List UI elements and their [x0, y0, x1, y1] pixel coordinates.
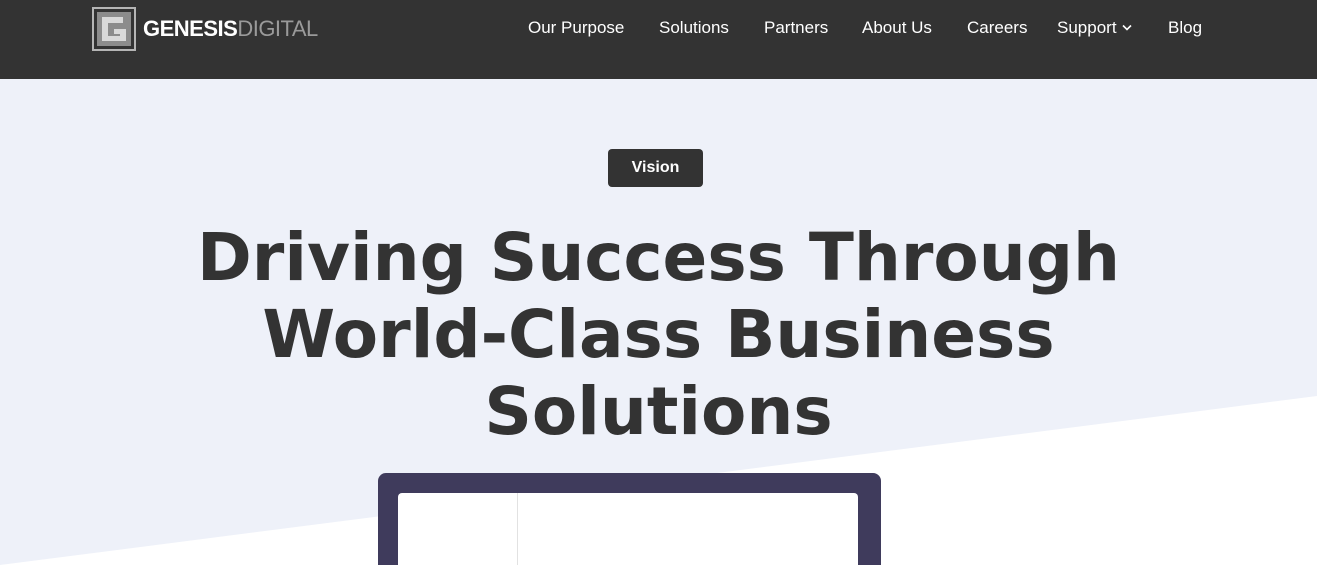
headline-line-3: Solutions [484, 373, 833, 450]
nav-support[interactable]: Support [1057, 18, 1132, 38]
nav-blog[interactable]: Blog [1168, 18, 1202, 38]
headline-line-2: World-Class Business [262, 296, 1055, 373]
genesis-logo-mark-icon [92, 7, 136, 51]
nav-support-label: Support [1057, 18, 1117, 37]
logo-wordmark: GENESISDIGITAL [143, 16, 318, 42]
nav-solutions[interactable]: Solutions [659, 18, 729, 38]
device-screen [398, 493, 858, 565]
hero-section: Vision Driving Success Through World-Cla… [0, 79, 1317, 565]
genesis-digital-logo[interactable]: GENESISDIGITAL [92, 7, 318, 51]
device-mockup [378, 473, 881, 565]
logo-word-genesis: GENESIS [143, 16, 238, 41]
nav-careers[interactable]: Careers [967, 18, 1027, 38]
headline-line-1: Driving Success Through [196, 219, 1120, 296]
nav-partners[interactable]: Partners [764, 18, 828, 38]
chevron-down-icon [1121, 24, 1132, 31]
logo-word-digital: DIGITAL [237, 16, 318, 41]
screen-divider [517, 493, 518, 565]
vision-badge: Vision [608, 149, 703, 187]
top-navbar: GENESISDIGITAL Our Purpose Solutions Par… [0, 0, 1317, 79]
hero-headline: Driving Success Through World-Class Busi… [100, 219, 1217, 450]
nav-about-us[interactable]: About Us [862, 18, 932, 38]
nav-our-purpose[interactable]: Our Purpose [528, 18, 624, 38]
